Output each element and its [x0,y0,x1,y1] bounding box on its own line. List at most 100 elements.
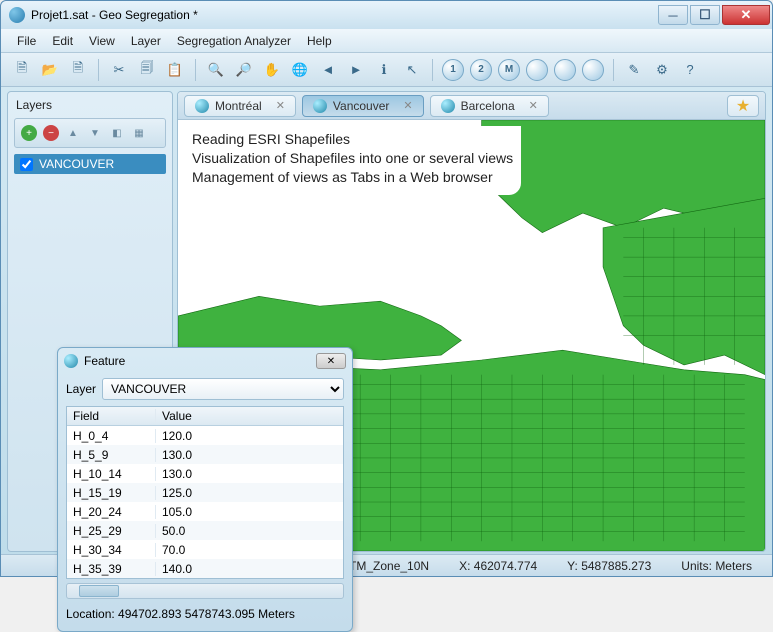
status-y: Y: 5487885.273 [567,559,651,573]
table-row[interactable]: H_25_2950.0 [67,521,343,540]
status-x: X: 462074.774 [459,559,537,573]
table-header-row: Field Value [67,407,343,426]
col-value: Value [155,409,343,423]
pointer-icon[interactable]: ↖ [401,59,423,81]
feature-icon [64,354,78,368]
table-row[interactable]: H_20_24105.0 [67,502,343,521]
tab-label: Vancouver [333,99,389,113]
tool-orb-c-icon[interactable] [582,59,604,81]
globe-icon [195,99,209,113]
forward-icon[interactable]: ► [345,59,367,81]
layer-item[interactable]: VANCOUVER [14,154,166,174]
add-layer-icon[interactable]: + [21,125,37,141]
close-button[interactable]: ✕ [722,5,770,25]
menu-layer[interactable]: Layer [125,32,167,50]
feature-layer-label: Layer [66,382,96,396]
move-up-icon[interactable]: ▲ [65,125,81,141]
menu-view[interactable]: View [83,32,121,50]
feature-layer-row: Layer VANCOUVER [58,374,352,404]
overlay-line: Management of views as Tabs in a Web bro… [192,168,513,187]
feature-dialog[interactable]: Feature ✕ Layer VANCOUVER Field Value H_… [57,347,353,632]
globe-icon [441,99,455,113]
feature-location: Location: 494702.893 5478743.095 Meters [58,601,352,631]
layer-visibility-checkbox[interactable] [20,158,33,171]
tab-label: Barcelona [461,99,515,113]
col-field: Field [67,409,155,423]
location-value: 494702.893 5478743.095 Meters [118,607,295,621]
table-row[interactable]: H_10_14130.0 [67,464,343,483]
separator [432,59,433,81]
window-title: Projet1.sat - Geo Segregation * [31,8,658,22]
paste-icon[interactable]: 📋 [164,59,186,81]
scrollbar-thumb[interactable] [79,585,119,597]
menu-file[interactable]: File [11,32,42,50]
location-label: Location: [66,607,115,621]
table-row[interactable]: H_5_9130.0 [67,445,343,464]
layers-toolbar: + − ▲ ▼ ◧ ▦ [14,118,166,148]
zoom-in-icon[interactable]: 🔍 [205,59,227,81]
tab-label: Montréal [215,99,262,113]
titlebar[interactable]: Projet1.sat - Geo Segregation * ─ ☐ ✕ [1,1,772,29]
table-row[interactable]: H_15_19125.0 [67,483,343,502]
menubar: File Edit View Layer Segregation Analyze… [1,29,772,53]
overlay-line: Visualization of Shapefiles into one or … [192,149,513,168]
tool-orb-b-icon[interactable] [554,59,576,81]
separator [195,59,196,81]
help-icon[interactable]: ? [679,59,701,81]
new-tab-button[interactable]: ★ [727,95,759,117]
feature-layer-select[interactable]: VANCOUVER [102,378,344,400]
move-down-icon[interactable]: ▼ [87,125,103,141]
save-icon[interactable]: 🗎 [67,59,89,81]
separator [613,59,614,81]
feature-scrollbar[interactable] [66,583,344,599]
minimize-button[interactable]: ─ [658,5,688,25]
overlay-line: Reading ESRI Shapefiles [192,130,513,149]
close-tab-icon[interactable]: ✕ [529,99,538,112]
tool-orb-a-icon[interactable] [526,59,548,81]
tab-montreal[interactable]: Montréal ✕ [184,95,296,117]
layer-item-label: VANCOUVER [39,157,114,171]
close-tab-icon[interactable]: ✕ [276,99,285,112]
tab-vancouver[interactable]: Vancouver ✕ [302,95,424,117]
layer-action-b-icon[interactable]: ▦ [131,125,147,141]
tab-barcelona[interactable]: Barcelona ✕ [430,95,549,117]
menu-segregation-analyzer[interactable]: Segregation Analyzer [171,32,297,50]
tool-2-icon[interactable]: 2 [470,59,492,81]
back-icon[interactable]: ◄ [317,59,339,81]
zoom-out-icon[interactable]: 🔎 [233,59,255,81]
tool-m-icon[interactable]: M [498,59,520,81]
toolbar: 🗎 📂 🗎 ✂ 🗐 📋 🔍 🔎 ✋ 🌐 ◄ ► ℹ ↖ 1 2 M ✎ ⚙ ? [1,53,772,87]
content-area: Layers + − ▲ ▼ ◧ ▦ VANCOUVER Montréal ✕ [1,87,772,554]
cut-icon[interactable]: ✂ [108,59,130,81]
globe-icon [313,99,327,113]
menu-edit[interactable]: Edit [46,32,79,50]
table-row[interactable]: H_35_39140.0 [67,559,343,578]
copy-icon[interactable]: 🗐 [136,59,158,81]
app-icon [9,7,25,23]
status-units: Units: Meters [681,559,752,573]
menu-help[interactable]: Help [301,32,338,50]
wand-icon[interactable]: ✎ [623,59,645,81]
tool-1-icon[interactable]: 1 [442,59,464,81]
feature-dialog-close-button[interactable]: ✕ [316,353,346,369]
separator [98,59,99,81]
layers-panel-title: Layers [8,92,172,118]
info-icon[interactable]: ℹ [373,59,395,81]
remove-layer-icon[interactable]: − [43,125,59,141]
overlay-caption: Reading ESRI Shapefiles Visualization of… [184,126,521,195]
close-tab-icon[interactable]: ✕ [403,99,412,112]
layer-action-a-icon[interactable]: ◧ [109,125,125,141]
settings-icon[interactable]: ⚙ [651,59,673,81]
table-row[interactable]: H_0_4120.0 [67,426,343,445]
pan-icon[interactable]: ✋ [261,59,283,81]
maximize-button[interactable]: ☐ [690,5,720,25]
tabstrip: Montréal ✕ Vancouver ✕ Barcelona ✕ ★ [178,92,765,120]
table-row[interactable]: H_30_3470.0 [67,540,343,559]
feature-dialog-title: Feature [84,354,316,368]
new-icon[interactable]: 🗎 [11,59,33,81]
app-window: Projet1.sat - Geo Segregation * ─ ☐ ✕ Fi… [0,0,773,577]
open-icon[interactable]: 📂 [39,59,61,81]
globe-icon[interactable]: 🌐 [289,59,311,81]
feature-table: Field Value H_0_4120.0 H_5_9130.0 H_10_1… [66,406,344,579]
feature-dialog-header[interactable]: Feature ✕ [58,348,352,374]
